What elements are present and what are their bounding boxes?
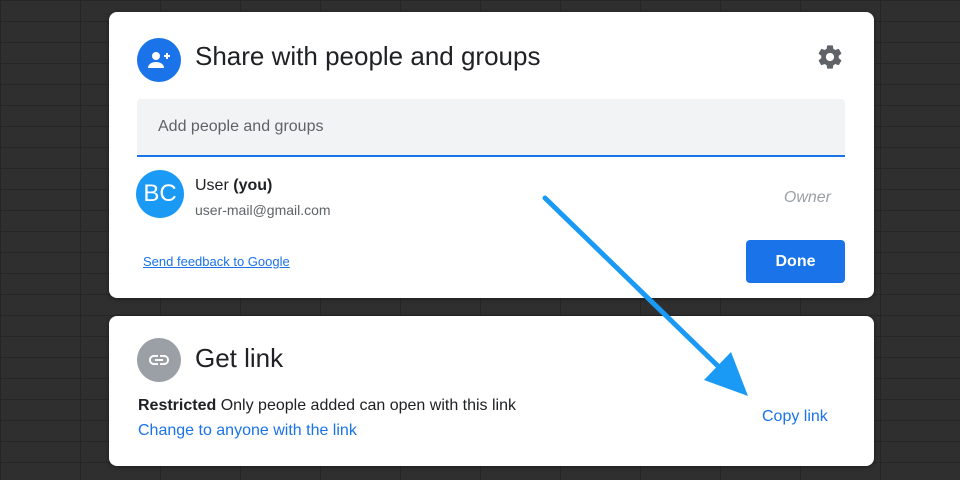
copy-link-button[interactable]: Copy link <box>762 408 828 426</box>
send-feedback-link[interactable]: Send feedback to Google <box>143 254 290 269</box>
restriction-info: Restricted Only people added can open wi… <box>138 397 516 415</box>
user-name-text: User <box>195 177 229 194</box>
owner-role-label: Owner <box>783 189 831 206</box>
share-dialog: Share with people and groups BC User (yo… <box>109 12 874 298</box>
gear-icon[interactable] <box>816 43 844 71</box>
done-button[interactable]: Done <box>746 240 845 283</box>
add-people-field <box>137 99 845 157</box>
avatar: BC <box>136 170 184 218</box>
add-people-input[interactable] <box>137 99 845 155</box>
get-link-dialog: Get link Restricted Only people added ca… <box>109 316 874 466</box>
you-tag: (you) <box>233 177 273 194</box>
avatar-initials: BC <box>143 180 177 207</box>
add-person-icon <box>137 38 181 82</box>
restricted-description: Only people added can open with this lin… <box>220 397 517 414</box>
user-name: User (you) <box>195 177 272 195</box>
link-icon <box>137 338 181 382</box>
restricted-label: Restricted <box>138 397 217 414</box>
get-link-title: Get link <box>195 343 284 373</box>
user-email: user-mail@gmail.com <box>195 202 331 218</box>
share-dialog-title: Share with people and groups <box>195 41 541 71</box>
change-access-link[interactable]: Change to anyone with the link <box>138 422 357 440</box>
